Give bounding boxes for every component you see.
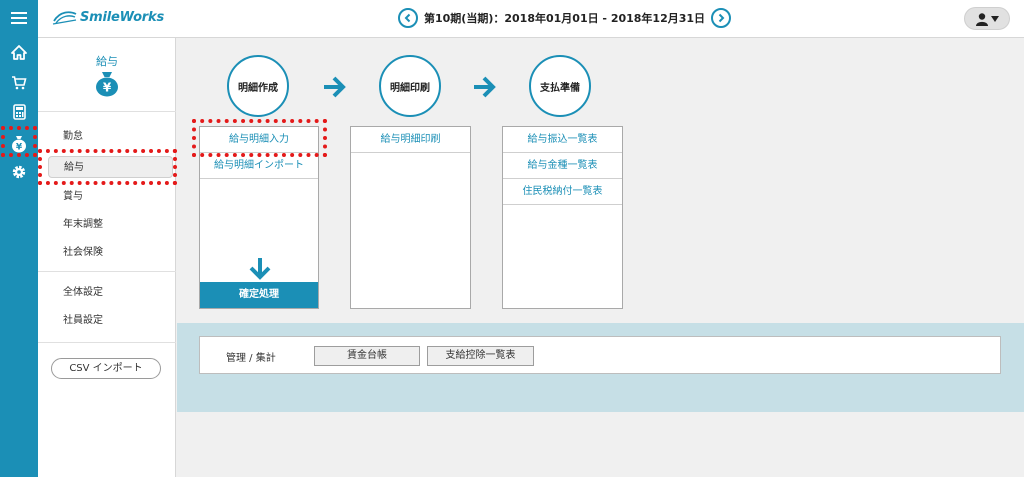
- sidebar-item-attendance[interactable]: 勤怠: [48, 126, 173, 148]
- yen-bag-icon: ¥: [96, 72, 118, 97]
- home-icon[interactable]: [0, 38, 38, 66]
- sidebar-item-employee-settings[interactable]: 社員設定: [48, 310, 173, 332]
- prev-period-button[interactable]: [398, 8, 418, 28]
- gear-icon[interactable]: [0, 158, 38, 186]
- chevron-left-icon: [404, 13, 411, 23]
- user-menu-button[interactable]: [964, 7, 1010, 30]
- step-print-statement: 明細印刷: [379, 55, 441, 117]
- divider: [38, 271, 176, 272]
- sidebar-item-global-settings[interactable]: 全体設定: [48, 282, 173, 304]
- salary-denomination-list-link[interactable]: 給与金種一覧表: [503, 153, 622, 179]
- next-period-button[interactable]: [711, 8, 732, 28]
- step-payment-preparation: 支払準備: [529, 55, 591, 117]
- svg-text:¥: ¥: [103, 81, 112, 95]
- user-icon: [976, 12, 988, 26]
- salary-sidebar: 給与 ¥ 勤怠 給与 賞与 年末調整 社会保険 全体設定 社員設定 CSV イン…: [38, 38, 176, 477]
- period-text: 第10期(当期)：2018年01月01日 - 2018年12月31日: [424, 12, 706, 25]
- sidebar-title: 給与: [96, 55, 118, 68]
- cart-icon[interactable]: [0, 68, 38, 96]
- caret-down-icon: [991, 15, 999, 22]
- highlight-sidebar-salary: [38, 149, 177, 185]
- menu-icon[interactable]: [0, 4, 38, 32]
- confirm-processing-button[interactable]: 確定処理: [200, 282, 318, 308]
- highlight-statement-input: [192, 119, 327, 157]
- print-statement-panel: 給与明細印刷: [350, 126, 471, 309]
- smileworks-logo[interactable]: SmileWorks: [52, 9, 164, 25]
- period-selector: 第10期(当期)：2018年01月01日 - 2018年12月31日: [398, 8, 732, 28]
- arrow-right-icon: [324, 76, 346, 98]
- smileworks-logo-icon: [52, 11, 77, 25]
- chevron-right-icon: [718, 13, 725, 23]
- resident-tax-payment-list-link[interactable]: 住民税納付一覧表: [503, 179, 622, 205]
- divider: [38, 342, 176, 343]
- arrow-right-icon: [474, 76, 496, 98]
- wage-ledger-button[interactable]: 賃金台帳: [314, 346, 420, 366]
- step-create-statement: 明細作成: [227, 55, 289, 117]
- payment-preparation-panel: 給与振込一覧表 給与金種一覧表 住民税納付一覧表: [502, 126, 623, 309]
- brand-name: SmileWorks: [80, 9, 164, 25]
- payment-deduction-list-button[interactable]: 支給控除一覧表: [427, 346, 534, 366]
- top-header: SmileWorks 第10期(当期)：2018年01月01日 - 2018年1…: [38, 0, 1024, 38]
- highlight-rail-salary: [1, 126, 37, 157]
- sidebar-item-bonus[interactable]: 賞与: [48, 186, 173, 208]
- arrow-down-icon: [249, 258, 271, 280]
- icon-rail: ¥: [0, 0, 38, 477]
- salary-transfer-list-link[interactable]: 給与振込一覧表: [503, 127, 622, 153]
- sidebar-item-social-insurance[interactable]: 社会保険: [48, 242, 173, 264]
- divider: [38, 111, 176, 112]
- management-box: 管理 / 集計 賃金台帳 支給控除一覧表: [199, 336, 1001, 374]
- management-label: 管理 / 集計: [226, 353, 276, 364]
- calculator-icon[interactable]: [0, 98, 38, 126]
- salary-statement-print-link[interactable]: 給与明細印刷: [351, 127, 470, 153]
- csv-import-button[interactable]: CSV インポート: [51, 358, 161, 379]
- sidebar-item-year-end-adjustment[interactable]: 年末調整: [48, 214, 173, 236]
